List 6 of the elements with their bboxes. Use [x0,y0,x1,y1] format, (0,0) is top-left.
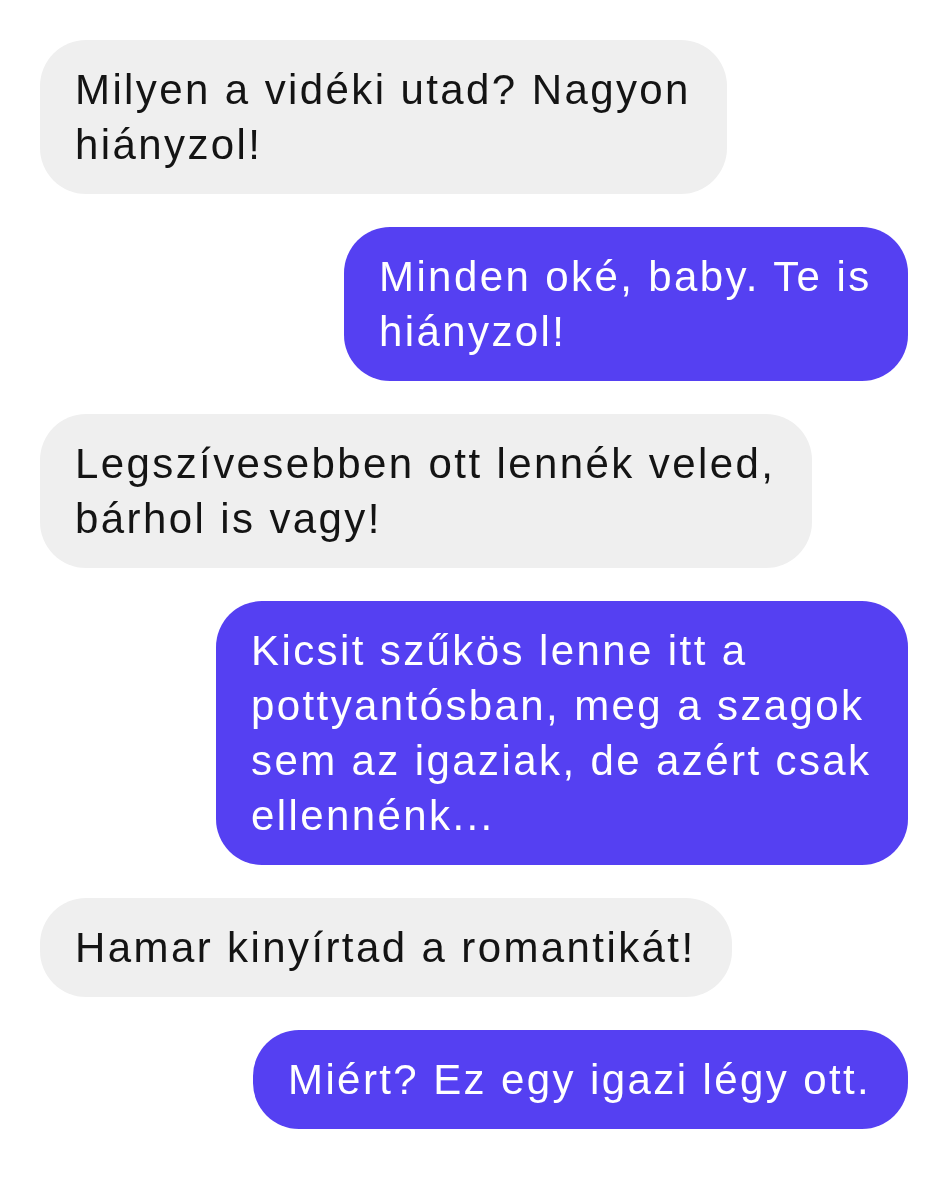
message-bubble: Hamar kinyírtad a romantikát! [40,898,732,997]
message-bubble: Kicsit szűkös lenne itt a pottyantósban, meg a szagok sem az igaziak, de azért csak ellennénk... [216,601,908,865]
message-bubble: Miért? Ez egy igazi légy ott. [253,1030,908,1129]
message-bubble: Legszívesebben ott lennék veled, bárhol is vagy! [40,414,812,568]
message-bubble: Minden oké, baby. Te is hiányzol! [344,227,908,381]
message-bubble: Milyen a vidéki utad? Nagyon hiányzol! [40,40,727,194]
